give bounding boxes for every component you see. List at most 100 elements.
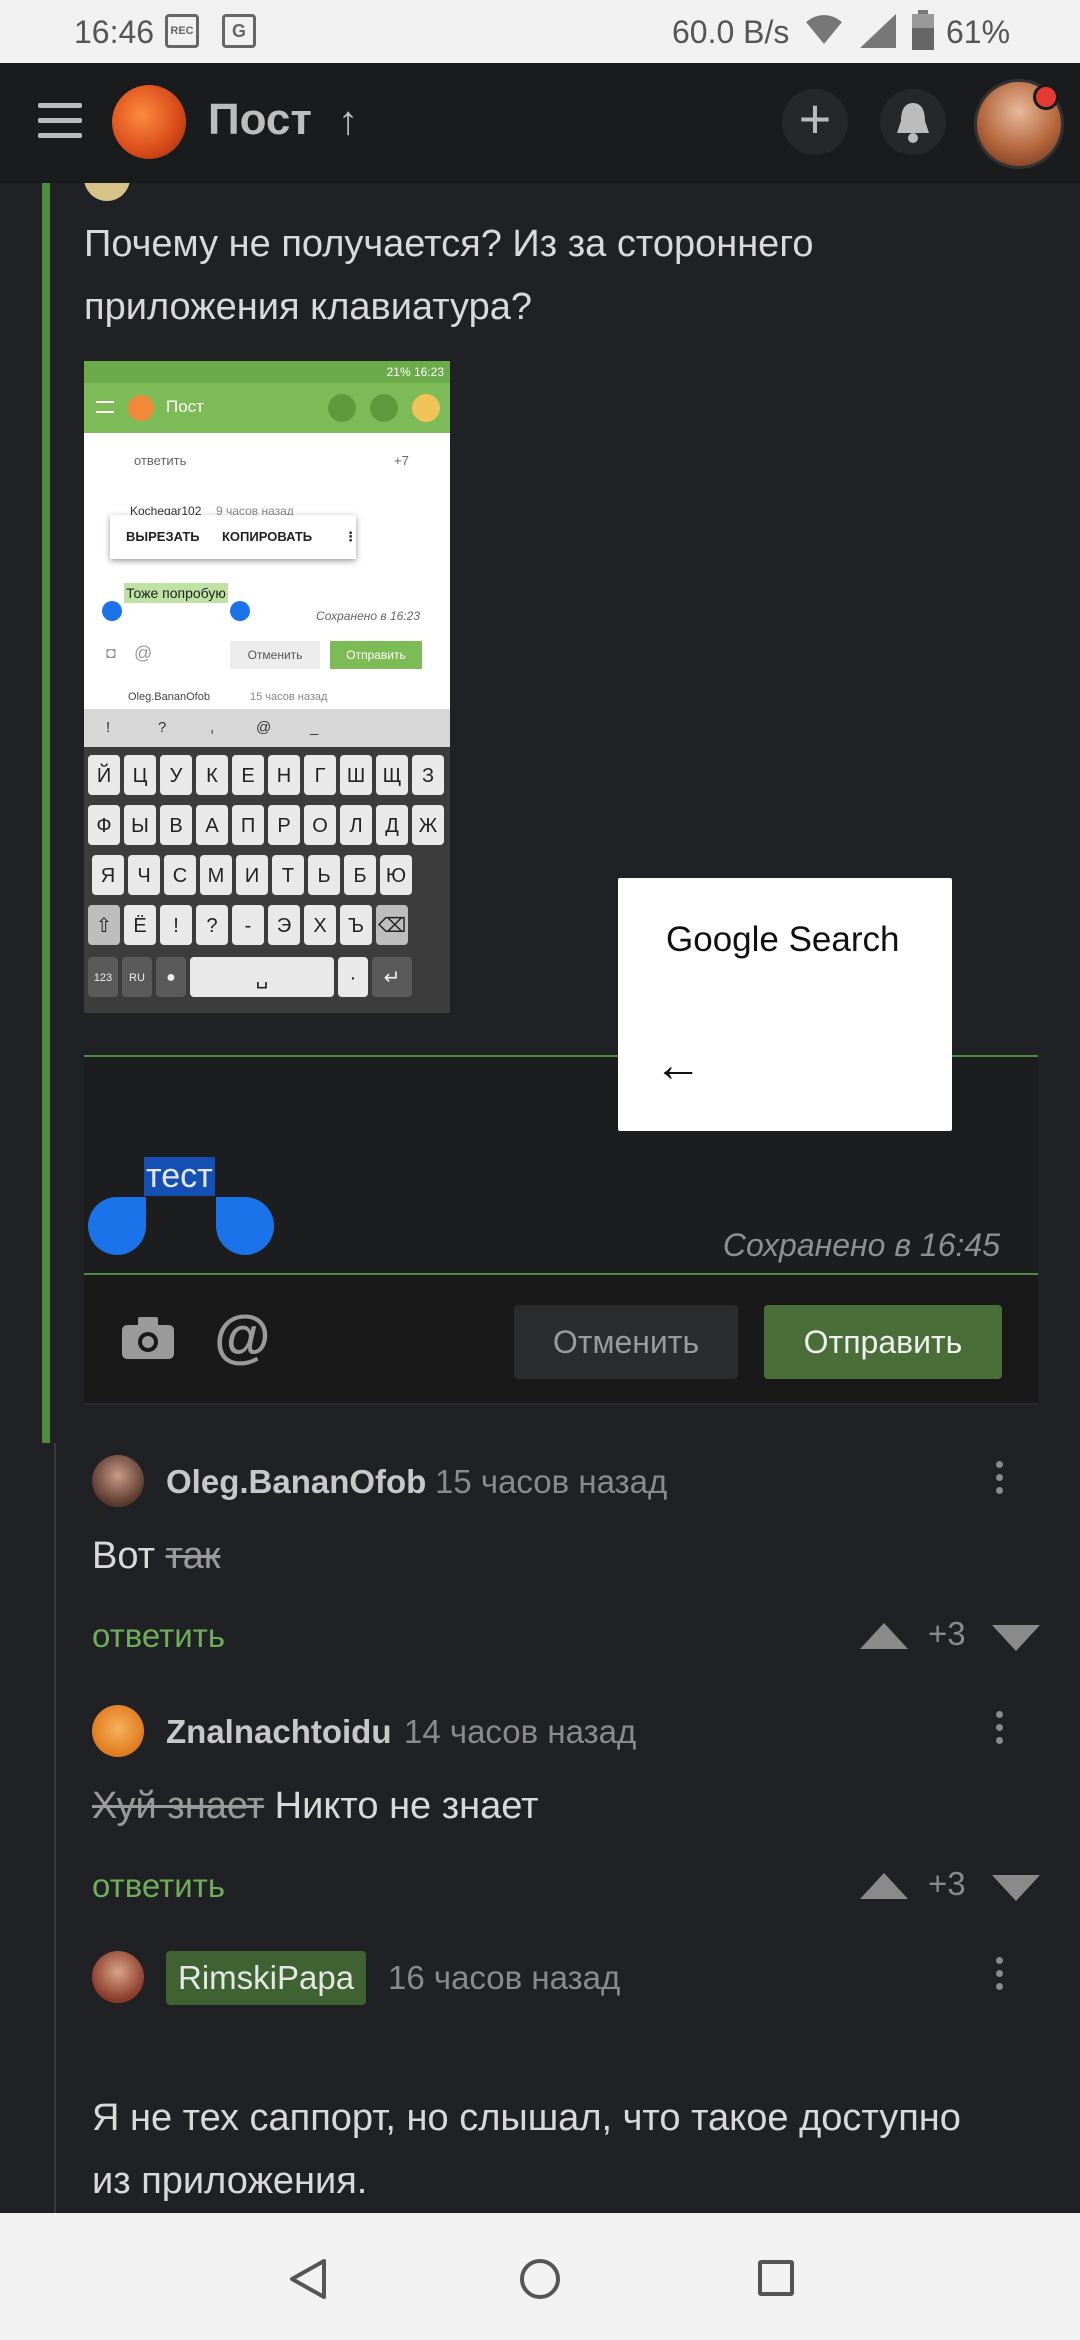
shot-send: Отправить	[330, 641, 422, 669]
key: Н	[268, 755, 300, 795]
shot-key-row-5: 123 RU ● ␣ · ↵	[88, 957, 412, 997]
key: И	[236, 855, 268, 895]
send-button[interactable]: Отправить	[764, 1305, 1002, 1379]
downvote-icon[interactable]	[992, 1875, 1040, 1901]
add-post-button[interactable]: +	[782, 89, 848, 155]
shot-handle-right	[230, 601, 250, 621]
shot-score: +7	[394, 453, 409, 468]
upvote-icon[interactable]	[860, 1873, 908, 1899]
key: !	[106, 719, 111, 736]
shot-cut: ВЫРЕЗАТЬ	[126, 529, 200, 544]
key: М	[200, 855, 232, 895]
shot-key-row-4: ⇧ Ё ! ? - Э Х Ъ ⌫	[88, 905, 408, 945]
comment-username-highlighted[interactable]: RimskiPapa	[166, 1951, 367, 2005]
comment-text: Хуй знает Никто не знает	[92, 1785, 539, 1828]
avatar[interactable]	[84, 183, 130, 201]
menu-icon[interactable]	[38, 103, 82, 141]
key: С	[164, 855, 196, 895]
upvote-icon[interactable]	[860, 1623, 908, 1649]
key: !	[160, 905, 192, 945]
more-icon[interactable]	[996, 1711, 1006, 1751]
status-time: 16:46	[74, 14, 155, 50]
notifications-button[interactable]	[880, 89, 946, 155]
selection-handle-left[interactable]	[88, 1197, 146, 1255]
space-key: ␣	[190, 957, 334, 997]
shot-status-bar: 21% 16:23	[84, 361, 450, 383]
thread-indicator	[42, 183, 50, 1443]
shot-key-row-2: Ф Ы В А П Р О Л Д Ж	[88, 805, 444, 845]
arrow-up-icon[interactable]: ↑	[338, 99, 358, 144]
comment-text-plain: Никто не знает	[264, 1785, 539, 1827]
home-icon[interactable]	[520, 2259, 560, 2299]
reply-link[interactable]: ответить	[92, 1867, 225, 1905]
backspace-icon: ⌫	[376, 905, 408, 945]
mention-icon[interactable]: @	[214, 1303, 271, 1370]
back-icon[interactable]	[286, 2257, 328, 2301]
avatar[interactable]	[92, 1455, 144, 1507]
key: Щ	[376, 755, 408, 795]
recents-icon[interactable]	[758, 2260, 794, 2296]
comment-time: 14 часов назад	[404, 1713, 637, 1750]
camera-icon: ◘	[106, 645, 116, 662]
comment-text-plain: Вот	[92, 1535, 166, 1577]
comment-username[interactable]: Znalnachtoidu	[166, 1713, 392, 1751]
more-icon[interactable]	[996, 1461, 1006, 1501]
more-icon[interactable]	[996, 1957, 1006, 1997]
at-icon: @	[134, 643, 153, 663]
pikabu-logo	[128, 395, 154, 421]
key: Х	[304, 905, 336, 945]
google-search-item[interactable]: Google Search	[666, 920, 899, 960]
key: ?	[196, 905, 228, 945]
key: Т	[272, 855, 304, 895]
battery-percent: 61%	[946, 14, 1011, 50]
enter-icon: ↵	[372, 957, 412, 997]
comment-score: +3	[928, 1865, 966, 1902]
app-bar: Пост ↑ +	[0, 63, 1080, 183]
key: Ы	[124, 805, 156, 845]
selection-handle-right[interactable]	[216, 1197, 274, 1255]
back-arrow-icon[interactable]: ←	[654, 1038, 702, 1093]
shot-symbol-row: ! ? , @ _	[84, 709, 450, 747]
shot-reply: ответить	[134, 453, 187, 468]
key: Ь	[308, 855, 340, 895]
shot-copy: КОПИРОВАТЬ	[222, 529, 313, 544]
key: Ч	[128, 855, 160, 895]
avatar[interactable]	[92, 1705, 144, 1757]
draft-saved-label: Сохранено в 16:45	[722, 1227, 1000, 1263]
comment-username[interactable]: Oleg.BananOfob	[166, 1463, 426, 1501]
key: П	[232, 805, 264, 845]
key: -	[232, 905, 264, 945]
shot-key-row-1: Й Ц У К Е Н Г Ш Щ З	[88, 755, 444, 795]
key: Ц	[124, 755, 156, 795]
comment-item: Znalnachtoidu 14 часов назад Хуй знает Н…	[92, 1705, 1052, 1905]
user-avatar[interactable]	[974, 79, 1064, 169]
cancel-button[interactable]: Отменить	[514, 1305, 738, 1379]
key: В	[160, 805, 192, 845]
comment-text: Почему не получается? Из за стороннего п…	[84, 223, 814, 328]
editor-toolbar: @ Отменить Отправить	[84, 1275, 1038, 1405]
shot-key-row-3: Я Ч С М И Т Ь Б Ю	[92, 855, 412, 895]
avatar[interactable]	[92, 1951, 144, 2003]
notification-dot	[1033, 84, 1059, 110]
comments-content: Почему не получается? Из за стороннего п…	[0, 183, 1080, 2213]
plus-icon	[328, 394, 356, 422]
pikabu-logo[interactable]	[112, 85, 186, 159]
editor-selected-text[interactable]: тест	[144, 1157, 215, 1196]
attached-screenshot[interactable]: 21% 16:23 Пост ответить +7 Kochegar102 9…	[84, 361, 450, 1013]
key: Ф	[88, 805, 120, 845]
key: А	[196, 805, 228, 845]
comment-text-strike: Хуй знает	[92, 1785, 265, 1827]
reply-link[interactable]: ответить	[92, 1617, 225, 1655]
system-nav-bar	[0, 2213, 1080, 2340]
thread-line	[54, 1443, 56, 2213]
downvote-icon[interactable]	[992, 1625, 1040, 1651]
key-lang: RU	[122, 957, 152, 997]
shot-app-bar: Пост	[84, 383, 450, 433]
google-search-popup[interactable]: Google Search ←	[618, 878, 952, 1131]
camera-icon[interactable]	[122, 1317, 174, 1359]
key: Й	[88, 755, 120, 795]
key: У	[160, 755, 192, 795]
translate-icon: G	[222, 14, 256, 48]
shot-context-menu: ВЫРЕЗАТЬ КОПИРОВАТЬ ⋮	[110, 515, 357, 559]
key: ,	[210, 719, 215, 736]
